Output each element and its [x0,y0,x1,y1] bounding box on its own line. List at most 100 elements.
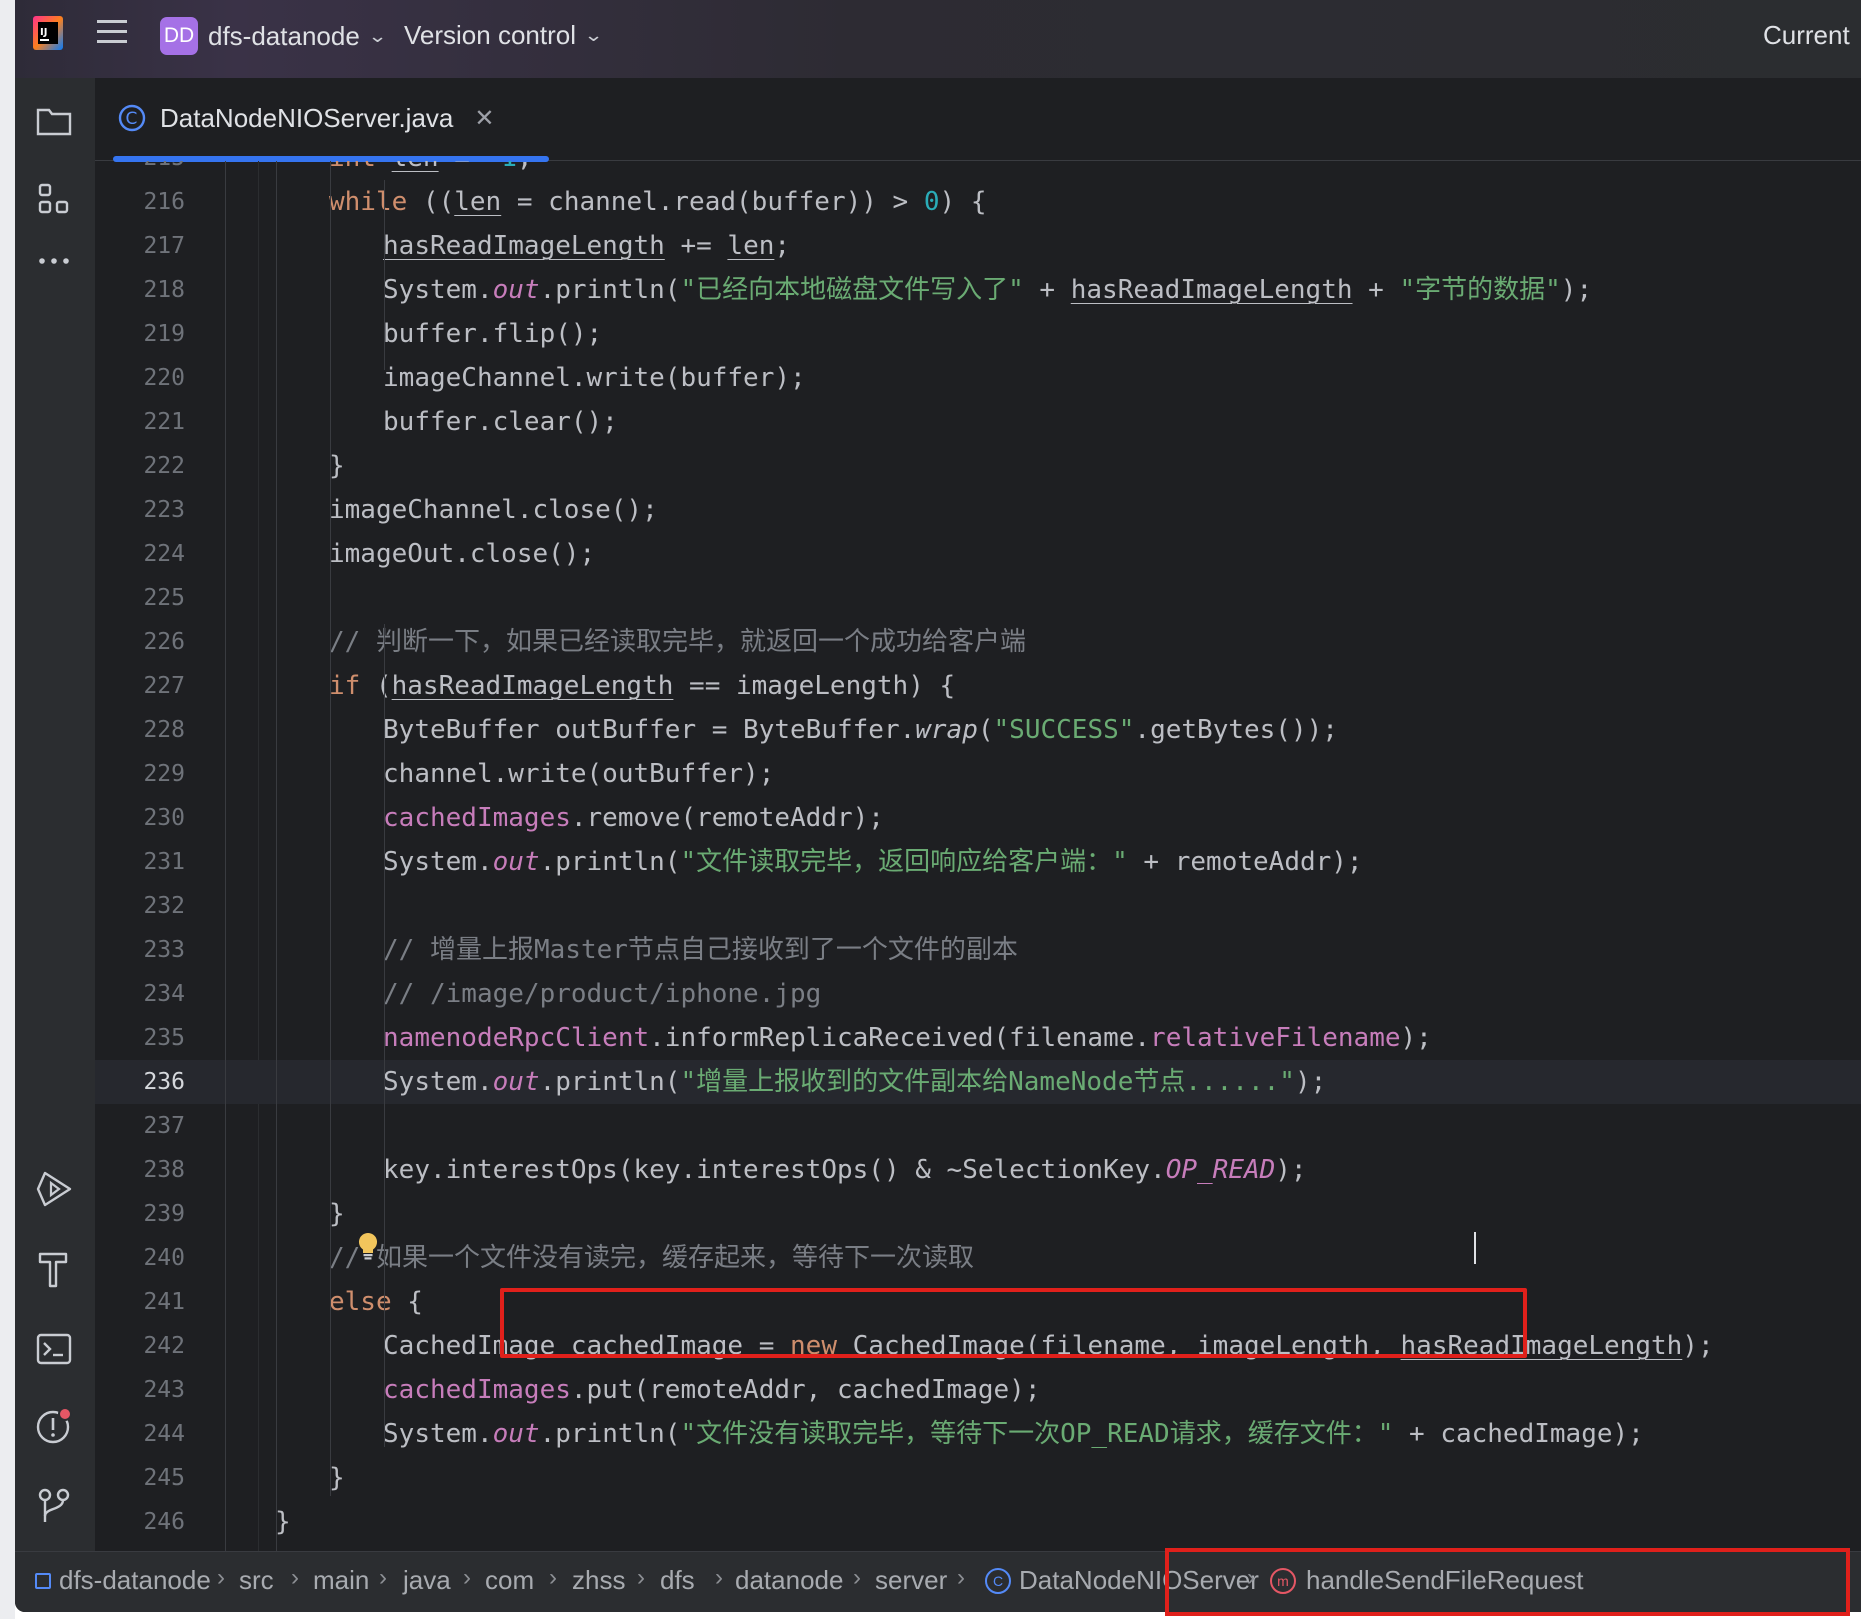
code-comment[interactable]: // 如果一个文件没有读完，缓存起来，等待下一次读取 [329,1236,974,1280]
code-text[interactable]: imageChannel.close(); [329,488,658,532]
line-number[interactable]: 236 [95,1060,185,1104]
code-text[interactable]: buffer.clear(); [383,400,618,444]
code-text[interactable]: } [329,1456,345,1500]
code-text[interactable]: buffer.flip(); [383,312,602,356]
code-text[interactable]: hasReadImageLength += len; [383,224,790,268]
build-icon[interactable] [31,1246,77,1292]
code-text[interactable]: key.interestOps(key.interestOps() & ~Sel… [383,1148,1307,1192]
line-number[interactable]: 238 [95,1148,185,1192]
code-text[interactable]: cachedImages.remove(remoteAddr); [383,796,884,840]
close-icon[interactable]: ✕ [474,104,494,133]
line-number[interactable]: 221 [95,400,185,444]
line-number[interactable]: 237 [95,1104,185,1148]
code-text[interactable]: namenodeRpcClient.informReplicaReceived(… [383,1016,1432,1060]
code-line[interactable]: 236 System.out.println("增量上报收到的文件副本给NameN… [95,1060,1861,1104]
code-line[interactable]: 238 key.interestOps(key.interestOps() & ~… [95,1148,1861,1192]
code-text[interactable]: System.out.println("文件读取完毕，返回响应给客户端：" + … [383,840,1363,884]
line-number[interactable]: 239 [95,1192,185,1236]
line-number[interactable]: 226 [95,620,185,664]
code-text[interactable]: channel.write(outBuffer); [383,752,774,796]
app-logo-icon[interactable]: IJ [33,16,63,50]
line-number[interactable]: 232 [95,884,185,928]
code-text[interactable]: int len = -1; [329,161,533,180]
line-number[interactable]: 244 [95,1412,185,1456]
line-number[interactable]: 227 [95,664,185,708]
code-comment[interactable]: // 增量上报Master节点自己接收到了一个文件的副本 [383,928,1018,972]
tab-datanodenioserver[interactable]: C DataNodeNIOServer.java ✕ [113,78,548,158]
line-number[interactable]: 224 [95,532,185,576]
breadcrumb-item[interactable]: dfs [660,1565,695,1596]
run-config-selector[interactable]: Current [1763,20,1850,51]
code-text[interactable]: System.out.println("已经向本地磁盘文件写入了" + hasR… [383,268,1592,312]
line-number[interactable]: 215 [95,161,185,180]
code-text[interactable]: } [329,1192,345,1236]
code-line[interactable]: 219 buffer.flip(); [95,312,1861,356]
code-comment[interactable]: // 判断一下，如果已经读取完毕，就返回一个成功给客户端 [329,620,1026,664]
line-number[interactable]: 243 [95,1368,185,1412]
code-line[interactable]: 244 System.out.println("文件没有读取完毕，等待下一次OP_… [95,1412,1861,1456]
line-number[interactable]: 223 [95,488,185,532]
line-number[interactable]: 216 [95,180,185,224]
code-line[interactable]: 235 namenodeRpcClient.informReplicaReceiv… [95,1016,1861,1060]
breadcrumb-item[interactable]: java [403,1565,451,1596]
code-line[interactable]: 245} [95,1456,1861,1500]
code-text[interactable]: } [329,444,345,488]
code-line[interactable]: 231 System.out.println("文件读取完毕，返回响应给客户端："… [95,840,1861,884]
line-number[interactable]: 234 [95,972,185,1016]
code-text[interactable]: imageOut.close(); [329,532,595,576]
run-icon[interactable] [31,1166,77,1212]
code-line[interactable]: 216 while ((len = channel.read(buffer)) >… [95,180,1861,224]
breadcrumb-item[interactable]: server [875,1565,947,1596]
line-number[interactable]: 219 [95,312,185,356]
code-line[interactable]: 228 ByteBuffer outBuffer = ByteBuffer.wra… [95,708,1861,752]
line-number[interactable]: 240 [95,1236,185,1280]
code-line[interactable]: 223 imageChannel.close(); [95,488,1861,532]
breadcrumb-item[interactable]: zhss [572,1565,625,1596]
lightbulb-icon[interactable] [357,1231,379,1266]
code-line[interactable]: 229 channel.write(outBuffer); [95,752,1861,796]
line-number[interactable]: 220 [95,356,185,400]
line-number[interactable]: 245 [95,1456,185,1500]
terminal-icon[interactable] [31,1326,77,1372]
code-text[interactable]: while ((len = channel.read(buffer)) > 0)… [329,180,986,224]
code-text[interactable]: ByteBuffer outBuffer = ByteBuffer.wrap("… [383,708,1338,752]
code-line[interactable]: 225 [95,576,1861,620]
code-line[interactable]: 230 cachedImages.remove(remoteAddr); [95,796,1861,840]
code-text[interactable]: cachedImages.put(remoteAddr, cachedImage… [383,1368,1040,1412]
breadcrumb-item[interactable]: com [485,1565,534,1596]
code-line[interactable]: 222} [95,444,1861,488]
line-number[interactable]: 225 [95,576,185,620]
more-icon[interactable] [31,238,77,284]
code-line[interactable]: 218 System.out.println("已经向本地磁盘文件写入了" + h… [95,268,1861,312]
code-line[interactable]: 243 cachedImages.put(remoteAddr, cachedIm… [95,1368,1861,1412]
line-number[interactable]: 229 [95,752,185,796]
code-text[interactable]: System.out.println("增量上报收到的文件副本给NameNode… [383,1060,1326,1104]
code-line[interactable]: 220 imageChannel.write(buffer); [95,356,1861,400]
structure-icon[interactable] [31,176,77,222]
code-text[interactable]: } [275,1500,291,1544]
project-switcher[interactable]: DD dfs-datanode ⌄ [160,17,387,55]
code-editor[interactable]: 215 int len = -1; 216 while ((len = channel… [95,161,1861,1551]
line-number[interactable]: 235 [95,1016,185,1060]
code-line[interactable]: 215 int len = -1; [95,161,1861,180]
line-number[interactable]: 233 [95,928,185,972]
code-line[interactable]: 232 [95,884,1861,928]
line-number[interactable]: 228 [95,708,185,752]
line-number[interactable]: 241 [95,1280,185,1324]
line-number[interactable]: 217 [95,224,185,268]
code-line[interactable]: 246} [95,1500,1861,1544]
breadcrumb-item[interactable]: datanode [735,1565,843,1596]
line-number[interactable]: 218 [95,268,185,312]
code-line[interactable]: 226 // 判断一下，如果已经读取完毕，就返回一个成功给客户端 [95,620,1861,664]
line-number[interactable]: 231 [95,840,185,884]
code-text[interactable]: imageChannel.write(buffer); [383,356,806,400]
breadcrumb-item[interactable]: src [239,1565,274,1596]
version-control-menu[interactable]: Version control ⌄ [404,20,603,51]
code-comment[interactable]: // /image/product/iphone.jpg [383,972,821,1016]
folder-icon[interactable] [31,98,77,144]
code-text[interactable]: else { [329,1280,423,1324]
code-line[interactable]: 217 hasReadImageLength += len; [95,224,1861,268]
code-text[interactable]: System.out.println("文件没有读取完毕，等待下一次OP_REA… [383,1412,1644,1456]
code-line[interactable]: 234 // /image/product/iphone.jpg [95,972,1861,1016]
breadcrumb-item[interactable]: dfs-datanode [35,1565,211,1596]
